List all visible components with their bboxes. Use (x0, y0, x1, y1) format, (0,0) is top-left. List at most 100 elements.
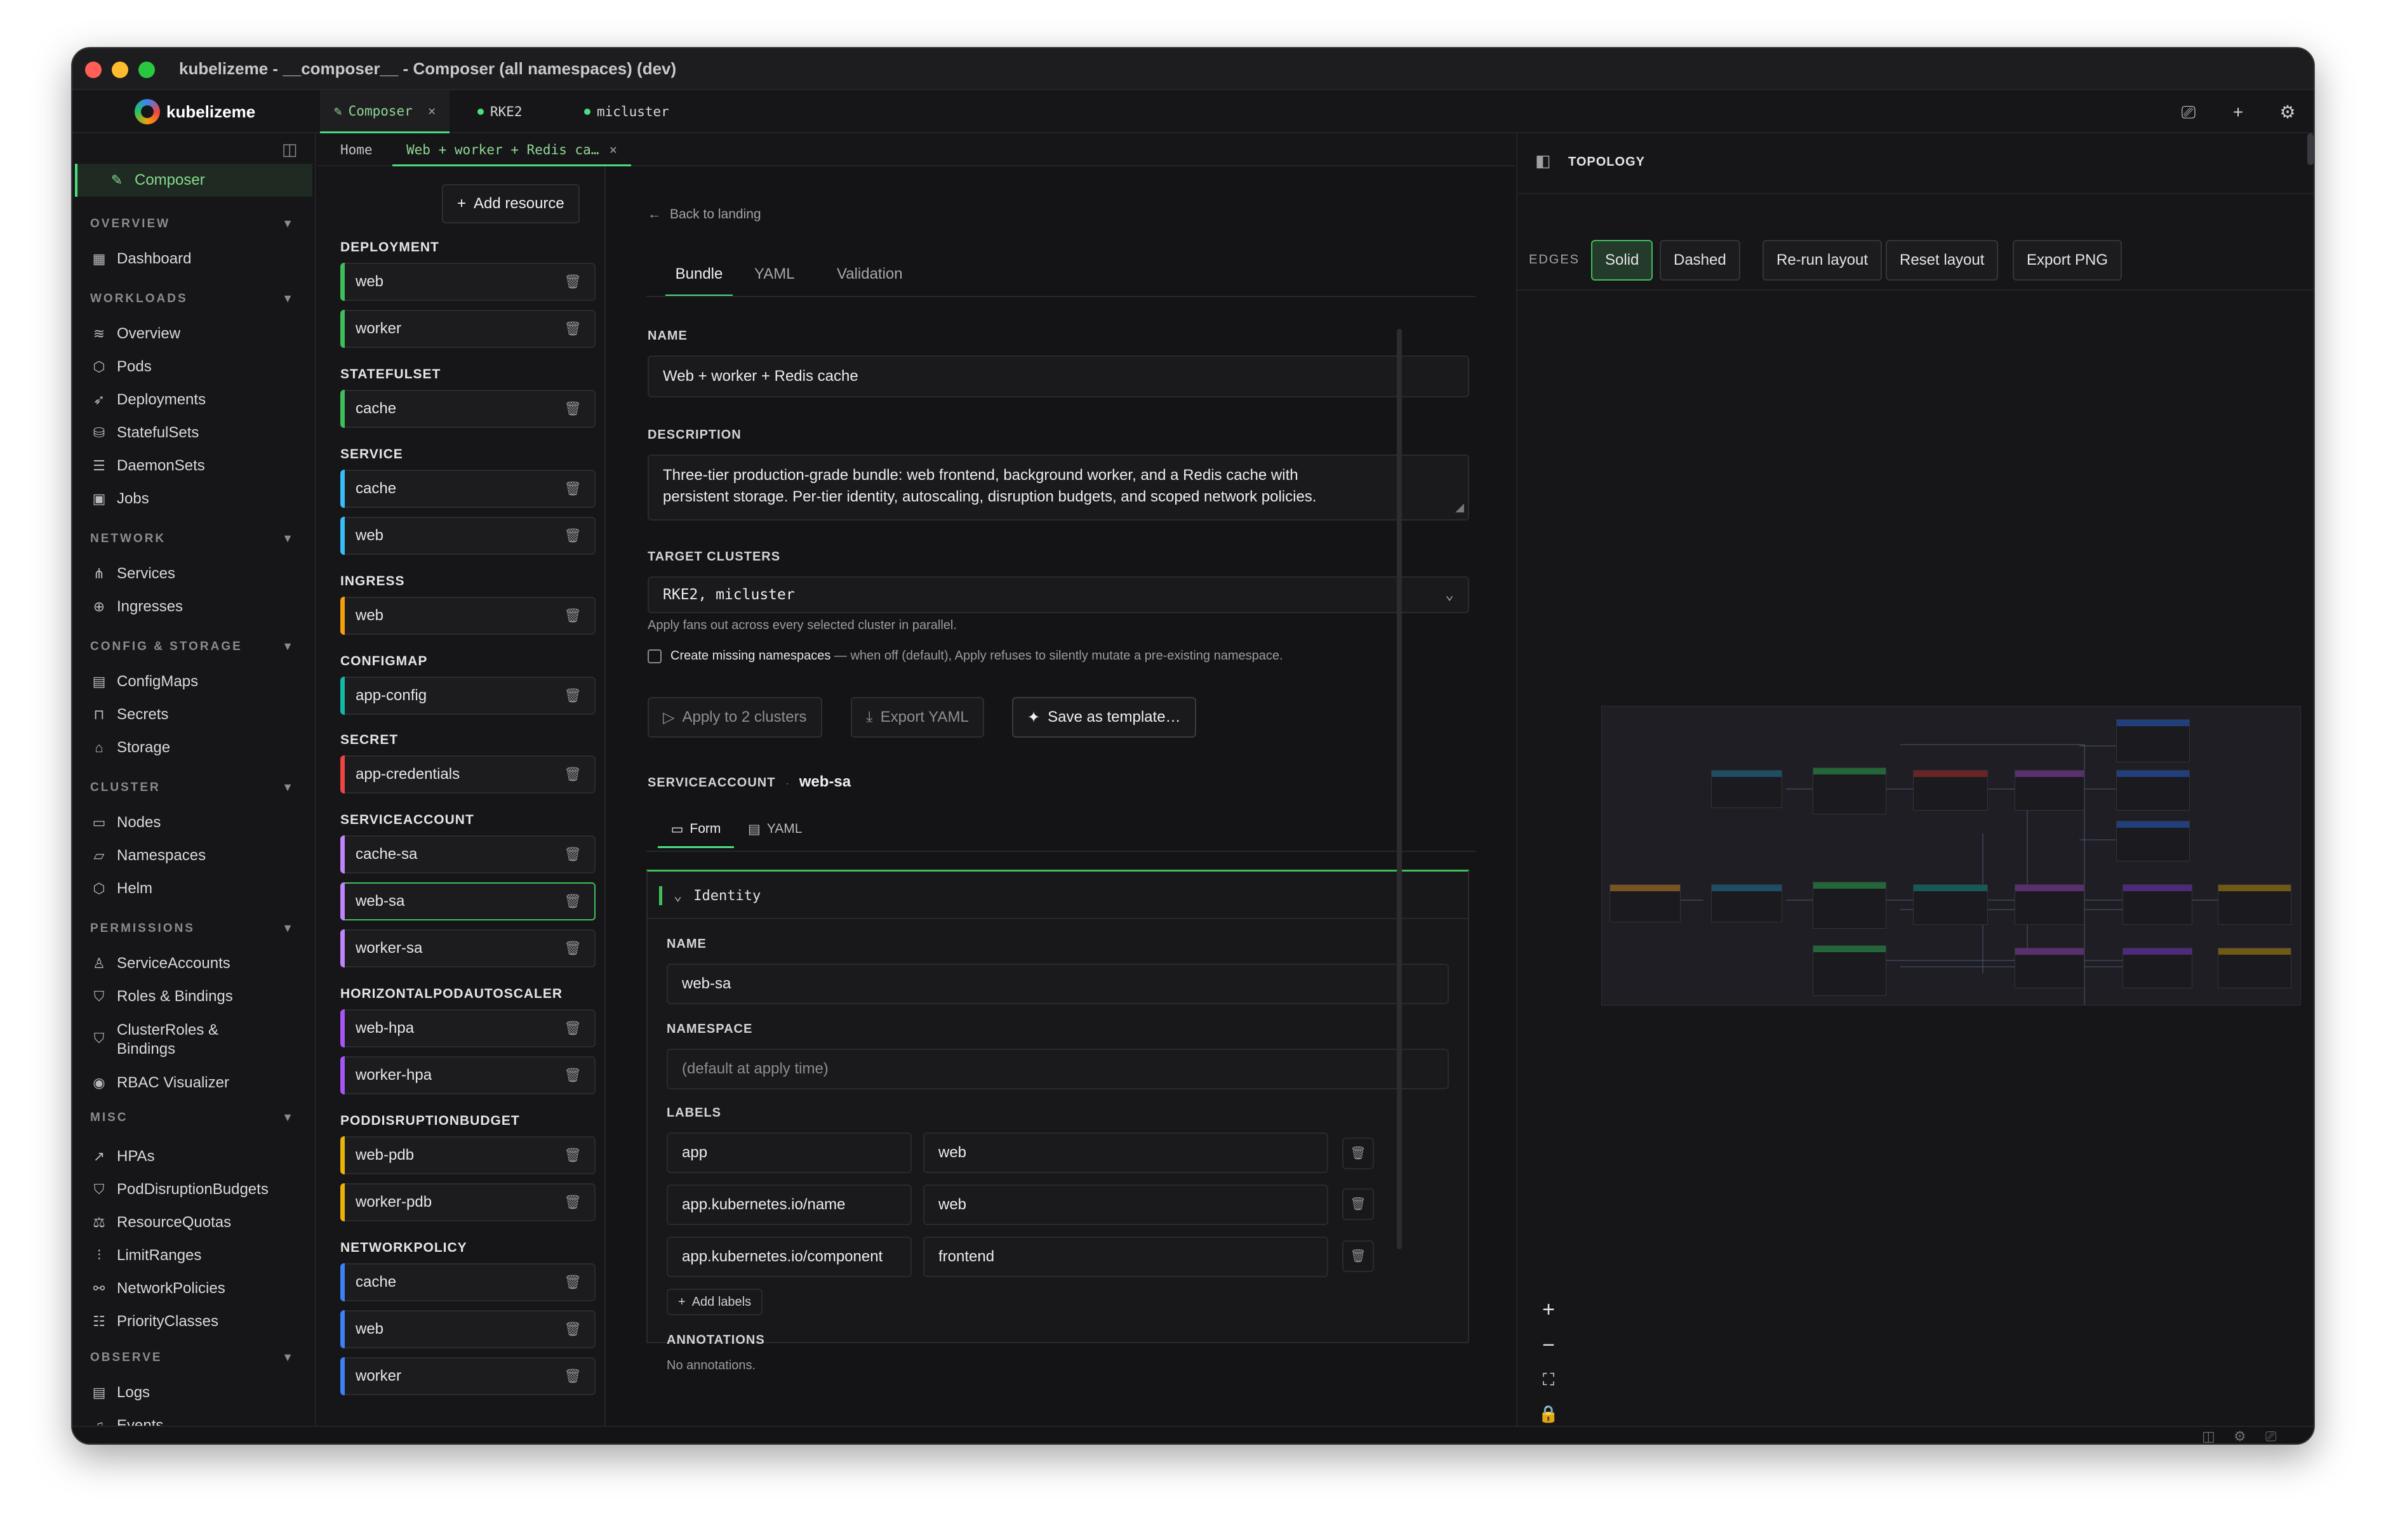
zoom-in-button[interactable]: + (1533, 1294, 1564, 1325)
resource-item[interactable]: worker-hpa 🗑 (340, 1056, 596, 1094)
description-textarea[interactable]: Three-tier production-grade bundle: web … (648, 455, 1469, 521)
caret-down-icon[interactable]: ▼ (282, 922, 293, 935)
back-link[interactable]: ← Back to landing (648, 207, 761, 222)
sidebar-item-limits[interactable]: ⫶ LimitRanges (90, 1247, 306, 1265)
add-resource-button[interactable]: + Add resource (442, 184, 580, 223)
sidebar-item-quotas[interactable]: ⚖ ResourceQuotas (90, 1214, 306, 1231)
sidebar-item-serviceaccounts[interactable]: ♙ ServiceAccounts (90, 955, 306, 972)
sidebar-section-cluster[interactable]: CLUSTER (90, 781, 161, 795)
minimize-window-button[interactable] (112, 62, 128, 78)
sidebar-item-dashboard[interactable]: ▦ Dashboard (90, 250, 306, 268)
sidebar-section-permissions[interactable]: PERMISSIONS (90, 922, 195, 936)
feedback-icon[interactable]: ⎚ (2178, 102, 2199, 123)
sidebar-item-overview[interactable]: ≋ Overview (90, 325, 306, 343)
resource-item[interactable]: cache 🗑 (340, 470, 596, 508)
resource-item[interactable]: cache 🗑 (340, 390, 596, 428)
topology-node[interactable] (1711, 884, 1782, 922)
sidebar-item-rbac-visualizer[interactable]: ◉ RBAC Visualizer (90, 1074, 306, 1092)
resource-item[interactable]: web-hpa 🗑 (340, 1009, 596, 1047)
edges-dashed-button[interactable]: Dashed (1660, 240, 1740, 281)
resource-item-selected[interactable]: web-sa 🗑 (340, 882, 596, 920)
resource-item[interactable]: web-pdb 🗑 (340, 1136, 596, 1174)
label-value-input[interactable]: frontend (923, 1237, 1328, 1277)
topology-canvas[interactable] (1601, 706, 2301, 1006)
sidebar-section-observe[interactable]: OBSERVE (90, 1351, 163, 1365)
topology-node[interactable] (2015, 884, 2084, 925)
close-window-button[interactable] (85, 62, 102, 78)
sidebar-section-workloads[interactable]: WORKLOADS (90, 292, 188, 306)
tab-form[interactable]: ▭ Form (658, 821, 734, 848)
label-key-input[interactable]: app.kubernetes.io/name (667, 1185, 912, 1225)
sidebar-item-jobs[interactable]: ▣ Jobs (90, 490, 306, 508)
rerun-layout-button[interactable]: Re-run layout (1763, 240, 1883, 281)
export-yaml-button[interactable]: ⤓ Export YAML (851, 697, 984, 738)
caret-down-icon[interactable]: ▼ (282, 217, 293, 230)
trash-icon[interactable]: 🗑 (564, 528, 582, 544)
sidebar-item-ingresses[interactable]: ⊕ Ingresses (90, 598, 306, 616)
label-key-input[interactable]: app.kubernetes.io/component (667, 1237, 912, 1277)
sidebar-item-netpol[interactable]: ⚯ NetworkPolicies (90, 1280, 306, 1298)
tab-yaml-sa[interactable]: ▤ YAML (748, 821, 802, 837)
plus-icon[interactable]: + (2227, 102, 2249, 123)
sidebar-item-secrets[interactable]: ⊓ Secrets (90, 706, 306, 724)
resize-handle-icon[interactable]: ◢ (1455, 496, 1464, 518)
trash-icon[interactable]: 🗑 (564, 607, 582, 624)
topology-node[interactable] (2116, 821, 2190, 861)
create-namespaces-checkbox[interactable] (648, 649, 662, 663)
topology-node[interactable] (1813, 882, 1886, 929)
label-value-input[interactable]: web (923, 1132, 1328, 1173)
zoom-window-button[interactable] (138, 62, 155, 78)
topology-node[interactable] (1813, 767, 1886, 814)
sidebar-item-helm[interactable]: ⬡ Helm (90, 880, 306, 898)
resource-item[interactable]: cache 🗑 (340, 1263, 596, 1301)
trash-icon[interactable]: 🗑 (564, 321, 582, 337)
lock-button[interactable]: 🔒 (1533, 1398, 1564, 1430)
feedback-icon[interactable]: ⎚ (2265, 1428, 2277, 1444)
fit-view-button[interactable]: ⛶ (1533, 1364, 1564, 1395)
remove-label-button[interactable]: 🗑 (1342, 1138, 1374, 1169)
trash-icon[interactable]: 🗑 (564, 401, 582, 417)
caret-down-icon[interactable]: ▼ (282, 781, 293, 794)
namespace-input[interactable]: (default at apply time) (667, 1049, 1449, 1089)
trash-icon[interactable]: 🗑 (564, 1067, 582, 1084)
sidebar-item-daemonsets[interactable]: ☰ DaemonSets (90, 457, 306, 475)
caret-down-icon[interactable]: ▼ (282, 640, 293, 653)
sidebar-item-priority[interactable]: ☷ PriorityClasses (90, 1313, 306, 1331)
resource-item[interactable]: web 🗑 (340, 263, 596, 301)
trash-icon[interactable]: 🗑 (564, 1368, 582, 1384)
identity-header[interactable]: ⌄ Identity (659, 886, 761, 905)
label-key-input[interactable]: app (667, 1132, 912, 1173)
sidebar-section-misc[interactable]: MISC (90, 1111, 128, 1125)
remove-label-button[interactable]: 🗑 (1342, 1240, 1374, 1272)
sidebar-item-configmaps[interactable]: ▤ ConfigMaps (90, 673, 306, 691)
sidebar-item-logs[interactable]: ▤ Logs (90, 1384, 306, 1402)
trash-icon[interactable]: 🗑 (564, 481, 582, 497)
topology-node[interactable] (2123, 884, 2192, 925)
topology-node[interactable] (1913, 884, 1988, 925)
topology-node[interactable] (1711, 770, 1782, 808)
resource-item[interactable]: worker-pdb 🗑 (340, 1183, 596, 1221)
resource-item[interactable]: worker 🗑 (340, 1357, 596, 1395)
trash-icon[interactable]: 🗑 (564, 1274, 582, 1291)
sidebar-section-overview[interactable]: OVERVIEW (90, 217, 170, 231)
remove-label-button[interactable]: 🗑 (1342, 1188, 1374, 1220)
resource-item[interactable]: cache-sa 🗑 (340, 835, 596, 873)
trash-icon[interactable]: 🗑 (564, 1020, 582, 1037)
tab-close-icon[interactable]: × (428, 103, 436, 119)
sidebar-item-roles[interactable]: ⛉ Roles & Bindings (90, 988, 306, 1006)
sidebar-item-clusterroles[interactable]: ⛉ ClusterRoles & Bindings (90, 1021, 306, 1059)
sidebar-item-hpas[interactable]: ↗ HPAs (90, 1148, 306, 1165)
trash-icon[interactable]: 🗑 (564, 940, 582, 957)
resource-item[interactable]: app-credentials 🗑 (340, 755, 596, 793)
add-labels-button[interactable]: + Add labels (667, 1289, 763, 1315)
tab-rke2[interactable]: RKE2 (463, 90, 537, 133)
trash-icon[interactable]: 🗑 (564, 1147, 582, 1164)
caret-down-icon[interactable]: ▼ (282, 1351, 293, 1364)
tab-micluster[interactable]: micluster (570, 90, 683, 133)
save-template-button[interactable]: ✦ Save as template… (1012, 697, 1196, 738)
trash-icon[interactable]: 🗑 (564, 893, 582, 910)
sa-name-input[interactable]: web-sa (667, 964, 1449, 1004)
topology-node[interactable] (2218, 884, 2291, 925)
window-scrollbar[interactable] (2307, 133, 2314, 165)
topology-node[interactable] (2116, 770, 2190, 811)
